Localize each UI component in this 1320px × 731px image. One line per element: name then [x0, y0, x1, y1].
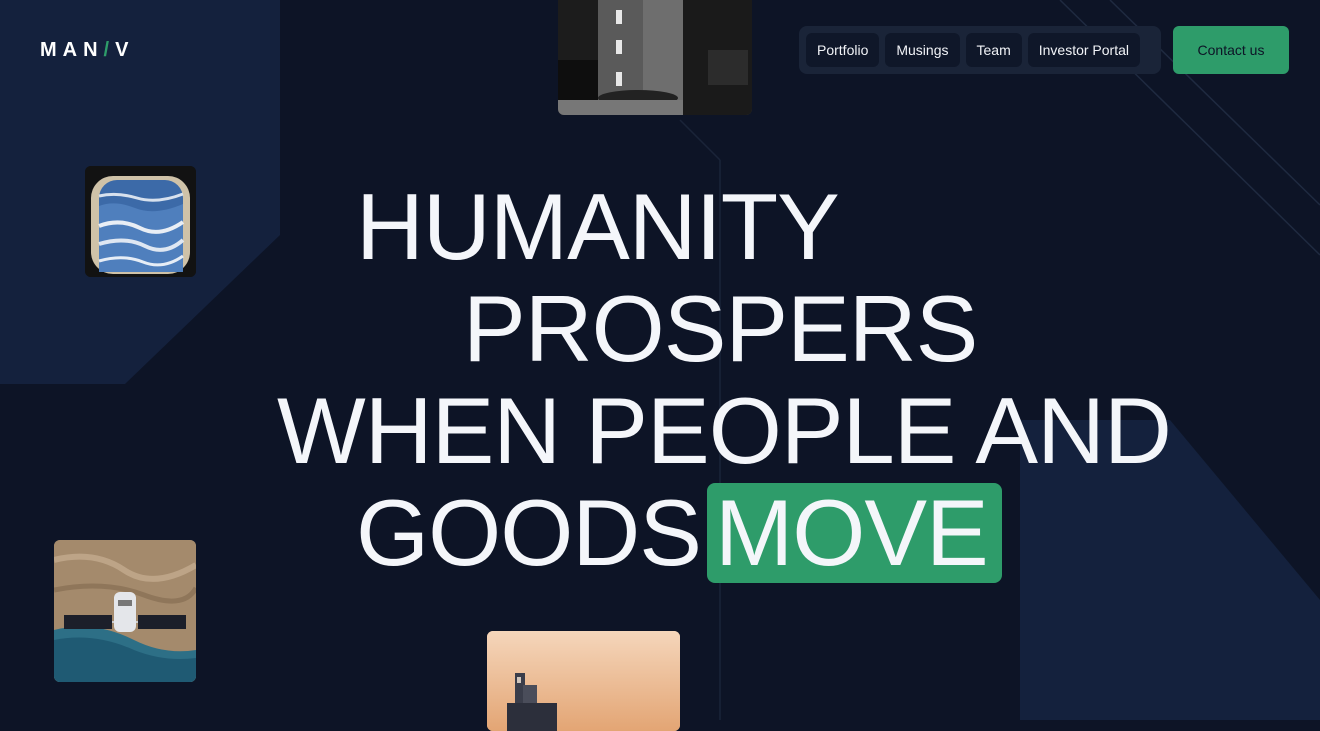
nav-item-investor-portal[interactable]: Investor Portal — [1027, 33, 1140, 67]
nav-item-team[interactable]: Team — [965, 33, 1022, 67]
contact-us-button[interactable]: Contact us — [1173, 26, 1289, 74]
headline-highlight-move: MOVE — [706, 483, 1002, 583]
logo-text-part1: MAN — [40, 39, 104, 61]
headline-line-2: PROSPERS — [463, 276, 978, 381]
ship-photo — [487, 631, 680, 731]
top-navigation: Portfolio Musings Team Investor Portal — [799, 26, 1161, 74]
satellite-photo — [54, 540, 196, 682]
nav-item-musings[interactable]: Musings — [885, 33, 960, 67]
manv-logo[interactable]: MAN/V — [40, 40, 134, 60]
headline-goods: GOODS — [356, 480, 702, 585]
logo-slash: / — [103, 39, 116, 61]
headline-line-1: HUMANITY — [356, 174, 840, 279]
airplane-window-photo — [85, 166, 196, 277]
nav-item-portfolio[interactable]: Portfolio — [806, 33, 880, 67]
headline-line-4: GOODS MOVE — [356, 483, 1002, 583]
road-traffic-photo — [558, 0, 752, 115]
logo-text-part2: V — [115, 39, 135, 61]
background-panel-right — [1020, 420, 1320, 720]
